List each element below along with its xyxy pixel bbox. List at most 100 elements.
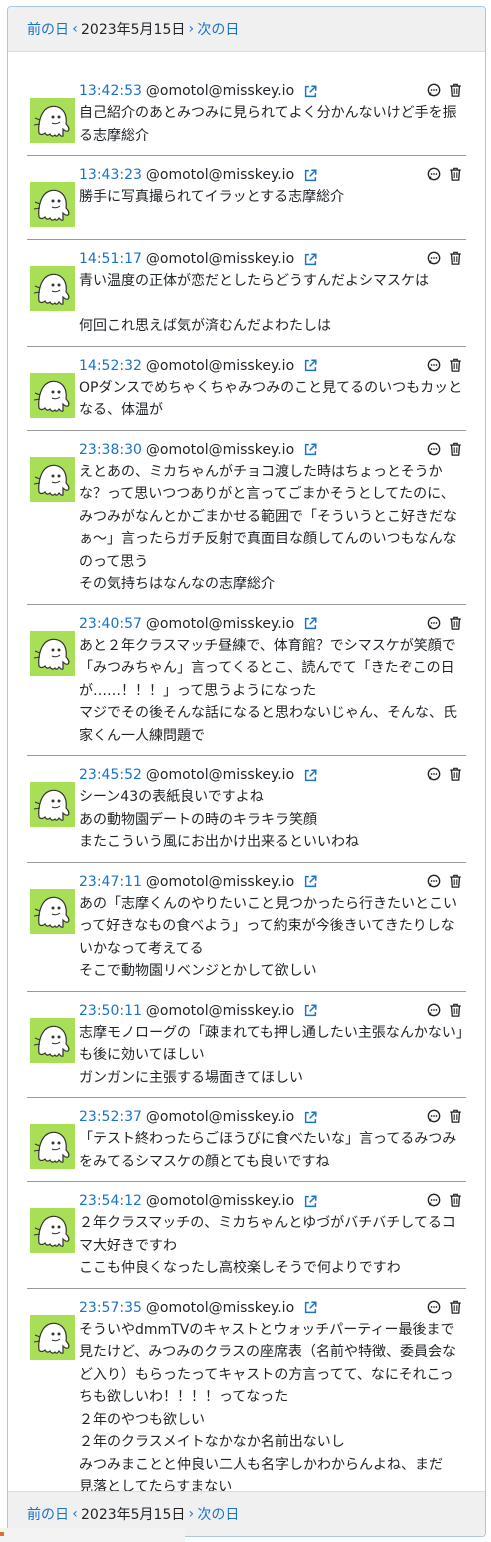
post-username: @omotol@misskey.io	[145, 1299, 295, 1316]
post-time-link[interactable]: 23:45:52	[79, 767, 142, 783]
reply-icon[interactable]	[427, 83, 441, 97]
ghost-avatar-icon	[33, 464, 70, 496]
post-time-link[interactable]: 23:57:35	[79, 1300, 142, 1316]
post-header: 23:47:11 @omotol@misskey.io	[79, 871, 466, 893]
avatar[interactable]	[30, 182, 75, 227]
reply-icon[interactable]	[427, 442, 441, 456]
reply-icon[interactable]	[427, 1109, 441, 1123]
avatar[interactable]	[30, 630, 75, 676]
external-link-icon[interactable]	[304, 1301, 317, 1314]
ghost-avatar-icon	[33, 189, 70, 221]
post-actions	[427, 874, 462, 888]
next-day-link[interactable]: 次の日	[197, 1504, 239, 1524]
post-username: @omotol@misskey.io	[145, 1109, 295, 1125]
trash-icon[interactable]	[449, 1300, 462, 1314]
post-time-link[interactable]: 23:47:11	[79, 874, 142, 890]
post-time-link[interactable]: 23:54:12	[79, 1193, 142, 1209]
post-actions	[427, 442, 462, 456]
reply-icon[interactable]	[427, 767, 441, 781]
post-actions	[427, 767, 462, 781]
reply-icon[interactable]	[427, 1003, 441, 1017]
external-link-icon[interactable]	[304, 252, 317, 266]
post-item: 23:50:11 @omotol@misskey.io 志摩モノローグの「疎まれ…	[27, 992, 466, 1098]
trash-icon[interactable]	[449, 442, 462, 456]
post-time-link[interactable]: 23:50:11	[79, 1003, 142, 1019]
post-time-link[interactable]: 14:52:32	[79, 358, 142, 374]
post-time-link[interactable]: 23:38:30	[79, 442, 142, 458]
post-body: 勝手に写真撮られてイラッとする志摩総介	[79, 189, 345, 205]
chevron-right-icon[interactable]: ›	[185, 1506, 197, 1522]
external-link-icon[interactable]	[304, 768, 317, 782]
prev-day-link[interactable]: 前の日	[27, 1504, 69, 1524]
trash-icon[interactable]	[449, 167, 462, 181]
avatar[interactable]	[30, 782, 75, 827]
ghost-avatar-icon	[33, 105, 70, 137]
avatar[interactable]	[30, 456, 75, 502]
ghost-avatar-icon	[33, 1025, 70, 1057]
avatar[interactable]	[30, 266, 75, 311]
trash-icon[interactable]	[449, 1109, 462, 1123]
post-body: あの「志摩くんのやりたいこと見つかったら行きたいとこいって好きなもの食べよう」っ…	[79, 895, 457, 980]
external-link-icon[interactable]	[304, 168, 317, 182]
post-body: 自己紹介のあとみつみに見られてよく分かんないけど手を振る志摩総介	[79, 105, 457, 144]
external-link-icon[interactable]	[304, 1004, 317, 1017]
prev-day-link[interactable]: 前の日	[27, 19, 69, 39]
avatar[interactable]	[30, 888, 75, 934]
post-actions	[427, 251, 462, 265]
avatar[interactable]	[30, 1124, 75, 1169]
post-time-link[interactable]: 23:52:37	[79, 1109, 142, 1125]
reply-icon[interactable]	[427, 251, 441, 265]
post-time-link[interactable]: 13:43:23	[79, 167, 142, 183]
external-link-icon[interactable]	[304, 443, 317, 456]
post-item: 23:45:52 @omotol@misskey.io シーン43の表紙良いです…	[27, 756, 466, 863]
post-header: 23:45:52 @omotol@misskey.io	[79, 764, 466, 786]
post-username: @omotol@misskey.io	[145, 251, 295, 267]
reply-icon[interactable]	[427, 874, 441, 888]
external-link-icon[interactable]	[304, 1194, 317, 1208]
trash-icon[interactable]	[449, 616, 462, 630]
avatar[interactable]	[30, 1314, 75, 1360]
post-username: @omotol@misskey.io	[145, 167, 295, 183]
trash-icon[interactable]	[449, 874, 462, 888]
post-item: 23:57:35 @omotol@misskey.io そういやdmmTVのキャ…	[27, 1289, 466, 1507]
external-link-icon[interactable]	[304, 1110, 317, 1124]
ghost-avatar-icon	[33, 380, 70, 412]
chevron-left-icon[interactable]: ‹	[69, 1506, 81, 1522]
post-header: 14:51:17 @omotol@misskey.io	[79, 248, 466, 270]
avatar[interactable]	[30, 1017, 75, 1063]
reply-icon[interactable]	[427, 358, 441, 372]
ghost-avatar-icon	[33, 273, 70, 305]
external-link-icon[interactable]	[304, 875, 317, 888]
reply-icon[interactable]	[427, 1300, 441, 1314]
chevron-right-icon[interactable]: ›	[185, 21, 197, 37]
post-time-link[interactable]: 14:51:17	[79, 251, 142, 267]
avatar[interactable]	[30, 372, 75, 418]
trash-icon[interactable]	[449, 1003, 462, 1017]
trash-icon[interactable]	[449, 767, 462, 781]
post-time-link[interactable]: 13:42:53	[79, 83, 142, 99]
reply-icon[interactable]	[427, 167, 441, 181]
reply-icon[interactable]	[427, 1193, 441, 1207]
next-day-link[interactable]: 次の日	[197, 19, 239, 39]
post-username: @omotol@misskey.io	[145, 767, 295, 783]
reply-icon[interactable]	[427, 616, 441, 630]
chevron-left-icon[interactable]: ‹	[69, 21, 81, 37]
trash-icon[interactable]	[449, 251, 462, 265]
post-header: 23:57:35 @omotol@misskey.io	[79, 1297, 466, 1319]
trash-icon[interactable]	[449, 1193, 462, 1207]
post-username: @omotol@misskey.io	[145, 873, 295, 890]
post-item: 23:40:57 @omotol@misskey.io あと２年クラスマッチ昼練…	[27, 605, 466, 756]
external-link-icon[interactable]	[304, 617, 317, 630]
post-body: シーン43の表紙良いですよね あの動物園デートの時のキラキラ笑顔 またこういう風…	[79, 789, 359, 850]
trash-icon[interactable]	[449, 83, 462, 97]
external-link-icon[interactable]	[304, 84, 317, 98]
post-username: @omotol@misskey.io	[145, 83, 295, 99]
post-actions	[427, 167, 462, 181]
post-body: そういやdmmTVのキャストとウォッチパーティー最後まで見たけど、みつみのクラス…	[79, 1321, 457, 1496]
trash-icon[interactable]	[449, 358, 462, 372]
external-link-icon[interactable]	[304, 359, 317, 372]
post-time-link[interactable]: 23:40:57	[79, 616, 142, 632]
post-username: @omotol@misskey.io	[145, 1002, 295, 1019]
avatar[interactable]	[30, 98, 75, 143]
avatar[interactable]	[30, 1208, 75, 1253]
